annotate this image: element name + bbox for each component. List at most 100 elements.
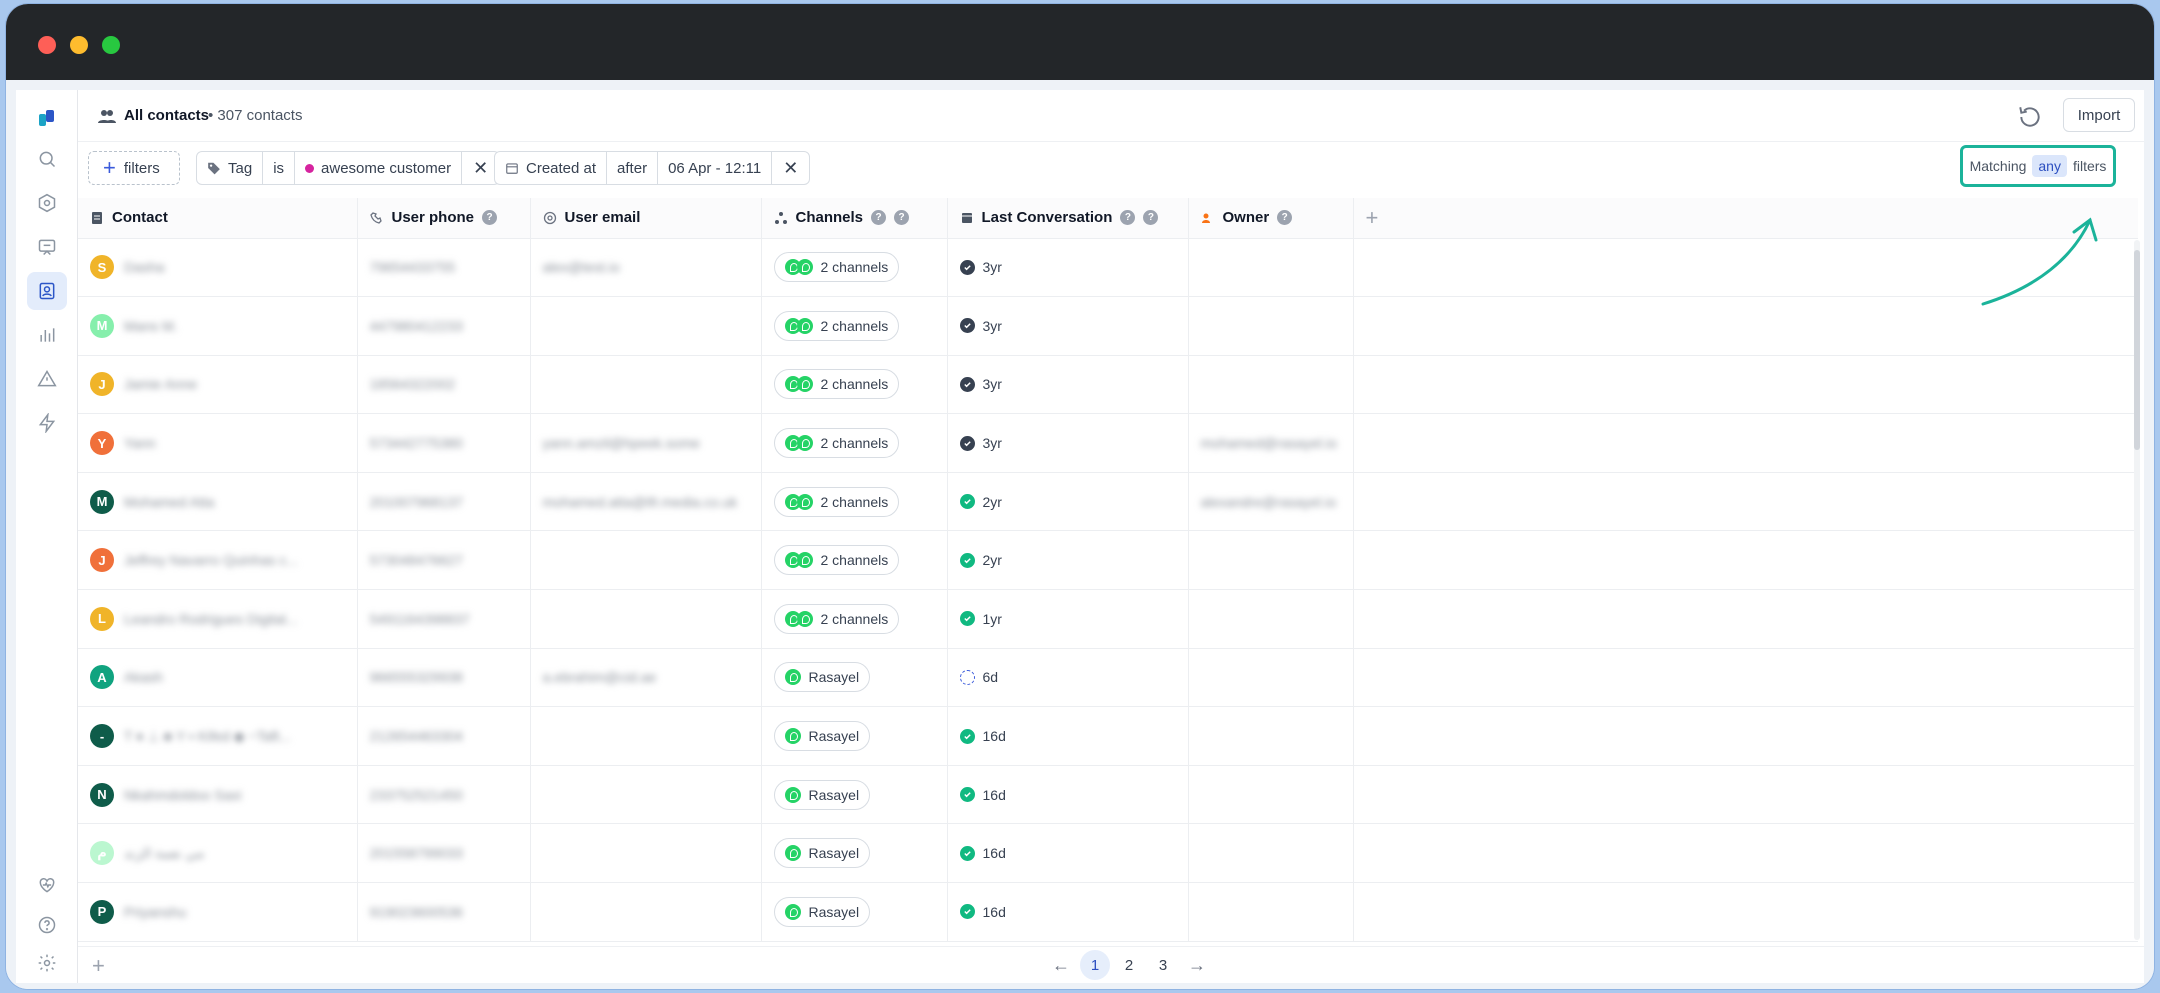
contact-name[interactable]: Nkahmdoldoo Saxi [124, 787, 242, 803]
tag-filter-chip[interactable]: Tag is awesome customer ✕ [196, 151, 501, 185]
phone-cell[interactable]: 18564322002 [357, 355, 531, 415]
table-row[interactable]: J Jamie Anne 18564322002 2 channels 3yr [78, 355, 2138, 415]
last-conversation-cell[interactable]: 3yr [947, 296, 1189, 356]
health-heart-icon[interactable] [27, 866, 67, 904]
owner-cell[interactable] [1188, 238, 1354, 298]
last-conversation-cell[interactable]: 3yr [947, 413, 1189, 473]
help-icon[interactable]: ? [1120, 210, 1136, 226]
email-cell[interactable] [530, 823, 762, 884]
phone-cell[interactable]: 573442775380 [357, 413, 531, 473]
contact-name[interactable]: Leandro Rodrigues Digital... [124, 611, 298, 627]
filter-operator[interactable]: is [263, 152, 296, 184]
channels-badge[interactable]: 2 channels [773, 545, 900, 576]
inbox-hex-icon[interactable] [27, 184, 67, 222]
email-cell[interactable] [530, 765, 762, 825]
contacts-icon[interactable] [27, 272, 67, 310]
owner-cell[interactable] [1188, 706, 1354, 766]
owner-cell[interactable] [1188, 355, 1354, 415]
add-filter-button[interactable]: + filters [88, 151, 180, 185]
search-icon[interactable] [27, 140, 67, 178]
channels-cell[interactable]: 2 channels [761, 589, 948, 649]
channels-cell[interactable]: 2 channels [761, 238, 948, 298]
channels-cell[interactable]: Rasayel [761, 882, 948, 942]
refresh-icon[interactable] [2017, 104, 2043, 130]
last-conversation-cell[interactable]: 2yr [947, 530, 1189, 591]
email-cell[interactable] [530, 530, 762, 591]
last-conversation-cell[interactable]: 3yr [947, 238, 1189, 298]
conversations-icon[interactable] [27, 228, 67, 266]
maximize-window-button[interactable] [102, 36, 120, 54]
table-row[interactable]: A Akash 966555329938 a.ebrahim@cid.ae Rasaye… [78, 648, 2138, 708]
filter-operator[interactable]: after [607, 152, 659, 184]
table-row[interactable]: M Mohamed Atta 201007968137 mohamed.atta@tf… [78, 472, 2138, 532]
contact-cell[interactable]: L Leandro Rodrigues Digital... [78, 589, 358, 649]
table-row[interactable]: -T ♦ ⊥ ♣ Y ▪ Kifed ◆ ~Taft... 21265446330… [78, 706, 2138, 766]
column-header-channels[interactable]: Channels ? ? [761, 198, 948, 239]
table-row[interactable]: P Priyanshu 919023600536 Rasayel 16d [78, 882, 2138, 942]
channels-badge[interactable]: 2 channels [773, 252, 900, 283]
contact-name[interactable]: Dasha [124, 259, 164, 275]
email-cell[interactable] [530, 589, 762, 649]
channels-badge[interactable]: 2 channels [773, 486, 900, 517]
contact-cell[interactable]: S Dasha [78, 238, 358, 298]
channels-cell[interactable]: 2 channels [761, 472, 948, 532]
channels-badge[interactable]: Rasayel [773, 779, 871, 810]
channels-cell[interactable]: Rasayel [761, 823, 948, 884]
contact-name[interactable]: Jamie Anne [124, 376, 197, 392]
contact-name[interactable]: T ♦ ⊥ ♣ Y ▪ Kifed ◆ ~Taft... [124, 728, 291, 745]
last-conversation-cell[interactable]: 16d [947, 882, 1189, 942]
page-2-button[interactable]: 2 [1114, 950, 1144, 980]
column-header-last-conversation[interactable]: Last Conversation ? ? [947, 198, 1189, 239]
column-header-email[interactable]: User email [530, 198, 762, 239]
matching-mode-toggle[interactable]: Matching any filters [1960, 145, 2116, 187]
contact-cell[interactable]: P Priyanshu [78, 882, 358, 942]
help-icon[interactable]: ? [894, 210, 910, 226]
last-conversation-cell[interactable]: 16d [947, 706, 1189, 766]
filter-field[interactable]: Created at [495, 152, 608, 184]
channels-badge[interactable]: 2 channels [773, 428, 900, 459]
last-conversation-cell[interactable]: 16d [947, 823, 1189, 884]
contact-name[interactable]: Yann [124, 435, 156, 451]
contact-cell[interactable]: A Akash [78, 648, 358, 708]
last-conversation-cell[interactable]: 6d [947, 648, 1189, 708]
contact-cell[interactable]: M Mans M. [78, 296, 358, 356]
phone-cell[interactable]: 201558799033 [357, 823, 531, 884]
remove-filter-close-icon[interactable]: ✕ [772, 152, 809, 184]
contact-cell[interactable]: Y Yann [78, 413, 358, 473]
matching-any-option[interactable]: any [2032, 155, 2067, 177]
contact-name[interactable]: Priyanshu [124, 904, 186, 920]
phone-cell[interactable]: 79654433755 [357, 238, 531, 298]
column-header-phone[interactable]: User phone ? [357, 198, 531, 239]
created-at-filter-chip[interactable]: Created at after 06 Apr - 12:11 ✕ [494, 151, 811, 185]
contact-name[interactable]: Jeffrey Navarro Quinhas c... [124, 552, 298, 568]
channels-cell[interactable]: Rasayel [761, 648, 948, 708]
close-window-button[interactable] [38, 36, 56, 54]
channels-badge[interactable]: 2 channels [773, 310, 900, 341]
contact-cell[interactable]: N Nkahmdoldoo Saxi [78, 765, 358, 825]
last-conversation-cell[interactable]: 16d [947, 765, 1189, 825]
alerts-icon[interactable] [27, 360, 67, 398]
help-icon[interactable]: ? [1277, 210, 1293, 226]
contact-name[interactable]: Mans M. [124, 318, 178, 334]
email-cell[interactable] [530, 706, 762, 766]
channels-badge[interactable]: 2 channels [773, 369, 900, 400]
help-icon[interactable]: ? [871, 210, 887, 226]
help-icon[interactable]: ? [482, 210, 498, 226]
last-conversation-cell[interactable]: 1yr [947, 589, 1189, 649]
table-row[interactable]: M Mans M. 447980412233 2 channels 3yr [78, 296, 2138, 356]
phone-cell[interactable]: 447980412233 [357, 296, 531, 356]
contact-cell[interactable]: -T ♦ ⊥ ♣ Y ▪ Kifed ◆ ~Taft... [78, 706, 358, 766]
contact-cell[interactable]: J Jeffrey Navarro Quinhas c... [78, 530, 358, 591]
owner-cell[interactable] [1188, 882, 1354, 942]
add-row-button[interactable]: + [92, 953, 105, 979]
filter-value[interactable]: 06 Apr - 12:11 [658, 152, 773, 184]
minimize-window-button[interactable] [70, 36, 88, 54]
phone-cell[interactable]: 212654463304 [357, 706, 531, 766]
owner-cell[interactable]: mohamed@rasayel.io [1188, 413, 1354, 473]
phone-cell[interactable]: 573048476627 [357, 530, 531, 591]
phone-cell[interactable]: 5491164398837 [357, 589, 531, 649]
channels-badge[interactable]: Rasayel [773, 721, 871, 752]
contact-cell[interactable]: J Jamie Anne [78, 355, 358, 415]
table-row[interactable]: Y Yann 573442775380 yann.amzil@hpeek.some 2 … [78, 413, 2138, 473]
channels-cell[interactable]: Rasayel [761, 706, 948, 766]
